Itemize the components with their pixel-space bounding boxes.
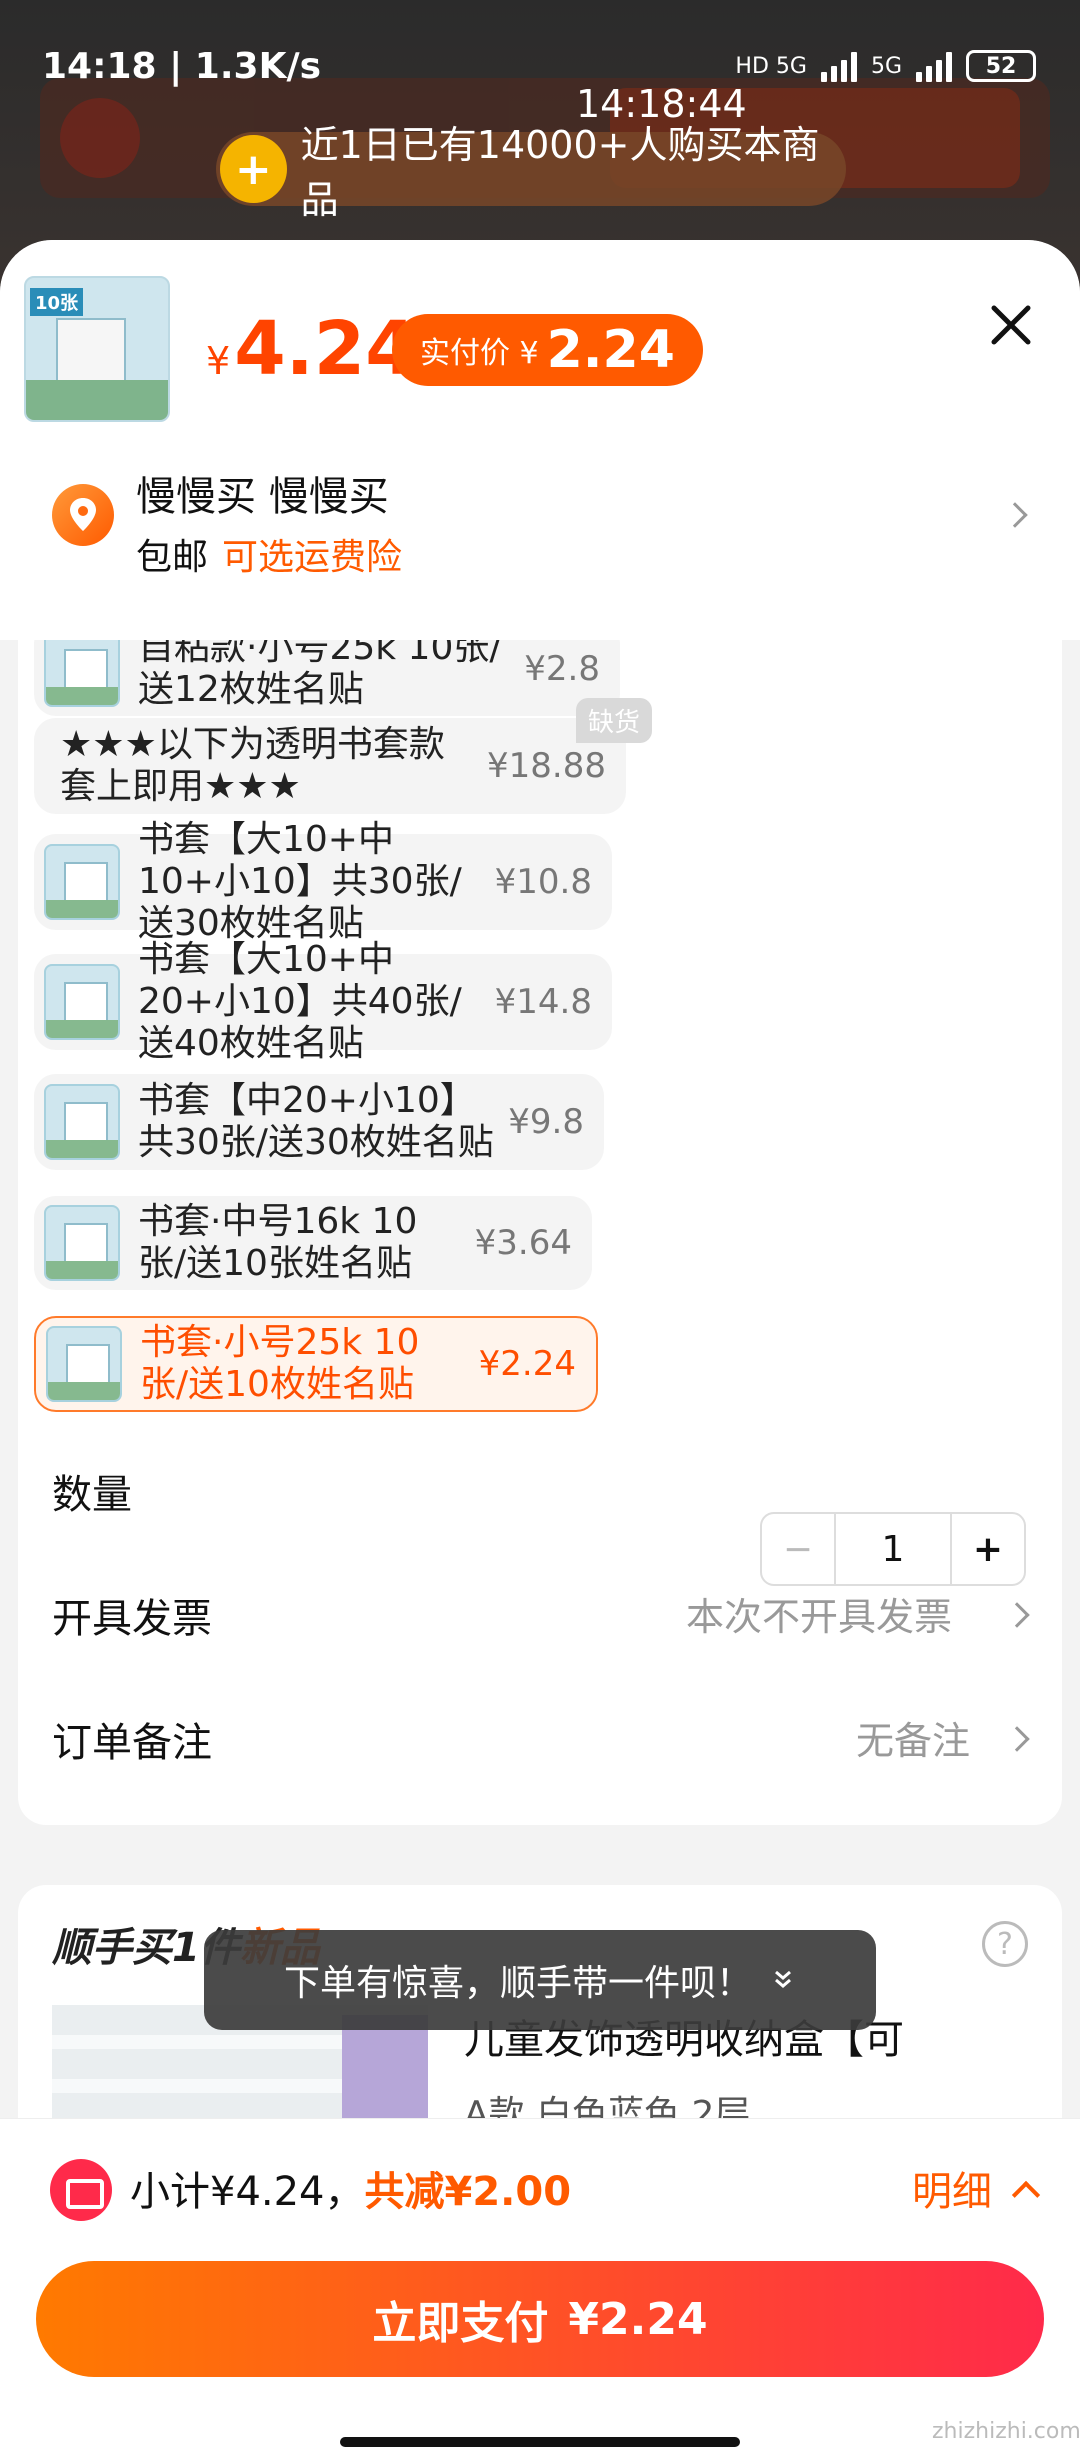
invoice-value[interactable]: 本次不开具发票: [686, 1586, 952, 1641]
quantity-stepper: − 1 +: [760, 1512, 1026, 1586]
invoice-label: 开具发票: [52, 1596, 212, 1642]
double-chevron-down-icon: [775, 1970, 791, 1988]
kids-image: [26, 380, 168, 420]
chevron-up-icon[interactable]: [1011, 2180, 1041, 2210]
sku-option[interactable]: ★★★以下为透明书套款 套上即用★★★ ¥18.88: [34, 718, 626, 814]
actual-price-label: 实付价 ¥: [420, 336, 539, 371]
status-time: 14:18 | 1.3K/s: [42, 46, 322, 87]
battery-icon: 52: [966, 50, 1036, 82]
sku-price: ¥10.8: [494, 862, 592, 902]
address-row[interactable]: 慢慢买 慢慢买 包邮 可选运费险: [0, 450, 1080, 580]
quantity-increase-button[interactable]: +: [950, 1514, 1024, 1584]
invoice-chevron-icon: [1004, 1602, 1030, 1628]
out-of-stock-badge: 缺货: [576, 698, 653, 743]
price-detail-link[interactable]: 明细: [912, 2159, 992, 2217]
sku-price: ¥18.88: [487, 746, 606, 786]
sku-label: 书套·中号16k 10张/送10张姓名贴: [138, 1201, 418, 1284]
sku-option[interactable]: 自粘款·小号25k 10张/送12枚姓名贴 ¥2.8: [34, 640, 620, 716]
close-icon[interactable]: [988, 302, 1034, 348]
signal-icon: [820, 50, 857, 82]
sku-label: ★★★以下为透明书套款 套上即用★★★: [60, 724, 445, 807]
sku-thumbnail: [44, 1084, 120, 1160]
storage-box-image: [342, 2015, 428, 2125]
sku-label: 书套【中20+小10】共30张/送30枚姓名贴: [138, 1080, 494, 1163]
network-label-1: HD 5G: [735, 53, 807, 79]
purchase-count-text: 近1日已有14000+人购买本商品: [300, 123, 820, 222]
quantity-input[interactable]: 1: [836, 1514, 950, 1584]
free-shipping-label: 包邮: [136, 537, 209, 578]
price-value: 4.24: [234, 306, 417, 392]
quantity-label: 数量: [52, 1472, 132, 1518]
shipping-info: 包邮 可选运费险: [136, 528, 402, 580]
checkout-footer: 小计¥4.24，共减¥2.00 明细 立即支付 ¥2.24 zhizhizhi.…: [0, 2118, 1080, 2460]
shopping-bag-icon: +: [220, 135, 287, 203]
toast-message[interactable]: 下单有惊喜，顺手带一件呗！: [204, 1930, 876, 2030]
remark-chevron-icon: [1004, 1726, 1030, 1752]
sku-thumbnail: [44, 640, 120, 707]
sku-label: 书套【大10+中10+小10】共30张/送30枚姓名贴: [138, 819, 462, 944]
sku-price: ¥2.8: [524, 649, 600, 689]
sku-thumbnail: [44, 844, 120, 920]
home-indicator[interactable]: [340, 2437, 740, 2447]
address-chevron-icon: [1002, 502, 1028, 528]
price-currency: ¥: [206, 339, 231, 383]
coupon-icon: [50, 2159, 112, 2221]
sku-price: ¥2.24: [478, 1344, 576, 1384]
location-pin-icon: [52, 484, 114, 546]
sku-label: 自粘款·小号25k 10张/送12枚姓名贴: [138, 640, 502, 710]
actual-price-value: 2.24: [546, 320, 675, 380]
remark-label: 订单备注: [52, 1720, 212, 1766]
network-label-2: 5G: [870, 53, 902, 79]
subtotal-text: 小计¥4.24，共减¥2.00: [130, 2159, 571, 2217]
sku-options-panel: 自粘款·小号25k 10张/送12枚姓名贴 ¥2.8 ★★★以下为透明书套款 套…: [18, 640, 1062, 1825]
status-bar: 14:18 | 1.3K/s HD 5G 5G 52: [0, 0, 1080, 130]
sku-thumbnail: [44, 1205, 120, 1281]
purchase-count-banner: + 近1日已有14000+人购买本商品: [216, 123, 846, 222]
sku-price: ¥14.8: [494, 982, 592, 1022]
product-price: ¥4.24: [206, 306, 417, 392]
sku-option[interactable]: 书套·中号16k 10张/送10张姓名贴 ¥3.64: [34, 1196, 592, 1290]
sku-thumbnail: [46, 1326, 122, 1402]
sku-price: ¥3.64: [474, 1223, 572, 1263]
remark-value[interactable]: 无备注: [856, 1710, 970, 1765]
help-icon[interactable]: ?: [982, 1921, 1028, 1967]
recipient-name: 慢慢买 慢慢买: [136, 474, 389, 520]
pay-button-label: 立即支付: [372, 2298, 549, 2349]
sku-option[interactable]: 书套【大10+中10+小10】共30张/送30枚姓名贴 ¥10.8: [34, 819, 612, 944]
sku-price: ¥9.8: [508, 1102, 584, 1142]
shipping-insurance-link[interactable]: 可选运费险: [222, 537, 402, 578]
watermark: zhizhizhi.com: [932, 2419, 1080, 2444]
signal-icon-2: [916, 50, 952, 82]
status-icons: HD 5G 5G 52: [735, 50, 1036, 82]
pay-button-amount: ¥2.24: [568, 2293, 708, 2345]
pay-now-button[interactable]: 立即支付 ¥2.24: [36, 2261, 1044, 2377]
sheet-header: 10张 ¥4.24 实付价 ¥ 2.24 慢慢买 慢慢买 包邮 可选运费险: [0, 240, 1080, 640]
discount-amount: 共减¥2.00: [364, 2169, 572, 2215]
sku-option-selected[interactable]: 书套·小号25k 10张/送10枚姓名贴 ¥2.24: [34, 1316, 598, 1412]
quantity-decrease-button[interactable]: −: [762, 1514, 836, 1584]
actual-price-badge: 实付价 ¥ 2.24: [392, 314, 703, 386]
thumbnail-tag: 10张: [30, 288, 84, 316]
product-thumbnail[interactable]: 10张: [24, 276, 170, 422]
toast-text: 下单有惊喜，顺手带一件呗！: [283, 1963, 752, 2004]
subtotal-amount: 小计¥4.24，: [130, 2169, 365, 2215]
sku-thumbnail: [44, 964, 120, 1040]
sku-label: 书套【大10+中20+小10】共40张/送40枚姓名贴: [138, 939, 462, 1064]
sku-option[interactable]: 书套【大10+中20+小10】共40张/送40枚姓名贴 ¥14.8: [34, 939, 612, 1064]
sku-option[interactable]: 书套【中20+小10】共30张/送30枚姓名贴 ¥9.8: [34, 1074, 604, 1170]
sku-label: 书套·小号25k 10张/送10枚姓名贴: [140, 1322, 420, 1405]
